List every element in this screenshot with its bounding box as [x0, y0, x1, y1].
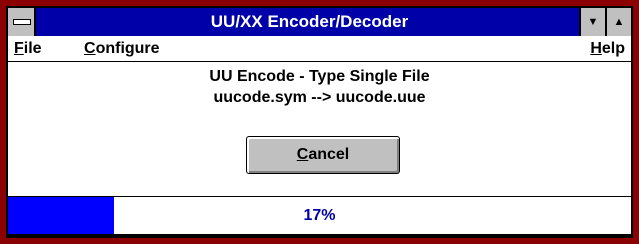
- system-menu-icon: [13, 19, 31, 25]
- file-conversion-text: uucode.sym --> uucode.uue: [213, 89, 426, 106]
- window-title: UU/XX Encoder/Decoder: [210, 12, 409, 31]
- menu-file-accel: F: [14, 40, 24, 57]
- menu-help[interactable]: Help: [590, 36, 625, 61]
- cancel-button-label: ancel: [308, 146, 350, 163]
- menu-configure-accel: C: [84, 40, 96, 57]
- system-menu-button[interactable]: [8, 8, 36, 36]
- triangle-down-icon: ▼: [587, 16, 599, 28]
- cancel-button[interactable]: Cancel: [246, 136, 400, 174]
- menu-configure[interactable]: Configure: [84, 36, 160, 61]
- progress-label: 17%: [303, 207, 336, 224]
- menu-file[interactable]: File: [14, 36, 42, 61]
- menu-bar: File Configure Help: [8, 36, 631, 62]
- progress-bar: 17%: [8, 196, 631, 234]
- menu-help-label: elp: [601, 40, 625, 57]
- dialog-body: UU Encode - Type Single File uucode.sym …: [8, 62, 631, 196]
- menu-file-label: ile: [23, 40, 42, 57]
- app-window: UU/XX Encoder/Decoder ▼ ▲ File Configure…: [0, 0, 639, 244]
- triangle-up-icon: ▲: [613, 16, 625, 28]
- menu-configure-label: onfigure: [95, 40, 160, 57]
- operation-title: UU Encode - Type Single File: [209, 68, 430, 85]
- minimize-button[interactable]: ▼: [579, 8, 605, 36]
- maximize-button[interactable]: ▲: [605, 8, 631, 36]
- cancel-button-accel: C: [296, 146, 309, 163]
- menu-help-accel: H: [590, 40, 602, 57]
